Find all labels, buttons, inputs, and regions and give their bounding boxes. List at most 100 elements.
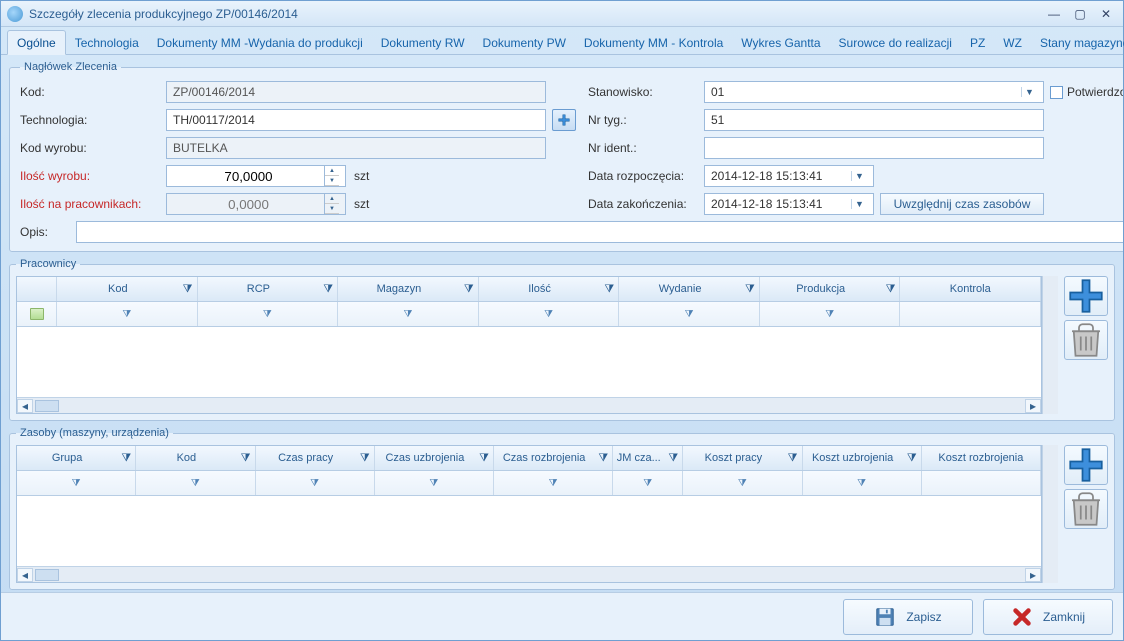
zasoby-add-button[interactable] xyxy=(1064,445,1108,485)
tab-dokumenty-rw[interactable]: Dokumenty RW xyxy=(372,31,474,54)
filter-czasuzbrojenia[interactable]: ⧩ xyxy=(375,471,494,495)
funnel-icon[interactable]: ⧩ xyxy=(460,283,478,296)
filter-kontrola[interactable] xyxy=(900,302,1041,326)
zasoby-vscroll[interactable] xyxy=(1042,445,1058,583)
funnel-icon[interactable]: ⧩ xyxy=(475,452,493,465)
chevron-down-icon: ▼ xyxy=(1021,87,1037,97)
col-czasrozbrojenia[interactable]: Czas rozbrojenia⧩ xyxy=(494,446,613,470)
col-czaspracy[interactable]: Czas pracy⧩ xyxy=(256,446,375,470)
zasoby-hscroll[interactable]: ◂ ▸ xyxy=(17,566,1041,582)
funnel-icon[interactable]: ⧩ xyxy=(664,452,682,465)
scroll-thumb[interactable] xyxy=(35,569,59,581)
col-wydanie[interactable]: Wydanie⧩ xyxy=(619,277,760,301)
zamknij-button[interactable]: Zamknij xyxy=(983,599,1113,635)
pracownicy-legend: Pracownicy xyxy=(16,258,80,270)
funnel-icon[interactable]: ⧩ xyxy=(784,452,802,465)
funnel-icon[interactable]: ⧩ xyxy=(903,452,921,465)
spinner-iloscwyrobu[interactable]: ▲▼ xyxy=(166,165,346,187)
filter-kosztuzbrojenia[interactable]: ⧩ xyxy=(803,471,922,495)
col-ilosc[interactable]: Ilość⧩ xyxy=(479,277,620,301)
pracownicy-vscroll[interactable] xyxy=(1042,276,1058,414)
col-czasuzbrojenia[interactable]: Czas uzbrojenia⧩ xyxy=(375,446,494,470)
funnel-icon[interactable]: ⧩ xyxy=(237,452,255,465)
funnel-icon[interactable]: ⧩ xyxy=(117,452,135,465)
close-button[interactable]: ✕ xyxy=(1095,6,1117,22)
filter-magazyn[interactable]: ⧩ xyxy=(338,302,479,326)
col-kod2[interactable]: Kod⧩ xyxy=(136,446,255,470)
pracownicy-add-button[interactable] xyxy=(1064,276,1108,316)
col-magazyn[interactable]: Magazyn⧩ xyxy=(338,277,479,301)
date-rozpoczecia[interactable]: 2014-12-18 15:13:41 ▼ xyxy=(704,165,874,187)
filter-jmczas[interactable]: ⧩ xyxy=(613,471,683,495)
maximize-button[interactable]: ▢ xyxy=(1069,6,1091,22)
label-nrtyg: Nr tyg.: xyxy=(588,113,698,127)
col-grupa[interactable]: Grupa⧩ xyxy=(17,446,136,470)
tab-pz[interactable]: PZ xyxy=(961,31,994,54)
filter-ilosc[interactable]: ⧩ xyxy=(479,302,620,326)
tab-technologia[interactable]: Technologia xyxy=(66,31,148,54)
col-selector[interactable] xyxy=(17,277,57,301)
scroll-left-icon[interactable]: ◂ xyxy=(17,568,33,582)
funnel-icon[interactable]: ⧩ xyxy=(741,283,759,296)
input-nrident[interactable] xyxy=(704,137,1044,159)
pracownicy-hscroll[interactable]: ◂ ▸ xyxy=(17,397,1041,413)
tab-wykres-gantta[interactable]: Wykres Gantta xyxy=(732,31,829,54)
funnel-icon[interactable]: ⧩ xyxy=(600,283,618,296)
spinner-iloscwyrobu-value[interactable] xyxy=(173,166,324,186)
plus-icon xyxy=(557,113,571,127)
funnel-icon[interactable]: ⧩ xyxy=(594,452,612,465)
date-zakonczenia[interactable]: 2014-12-18 15:13:41 ▼ xyxy=(704,193,874,215)
col-kosztuzbrojenia[interactable]: Koszt uzbrojenia⧩ xyxy=(803,446,922,470)
add-technologia-button[interactable] xyxy=(552,109,576,131)
tab-ogolne[interactable]: Ogólne xyxy=(7,30,66,55)
pracownicy-delete-button[interactable] xyxy=(1064,320,1108,360)
tab-surowce[interactable]: Surowce do realizacji xyxy=(830,31,961,54)
scroll-thumb[interactable] xyxy=(35,400,59,412)
filter-czasrozbrojenia[interactable]: ⧩ xyxy=(494,471,613,495)
scroll-right-icon[interactable]: ▸ xyxy=(1025,568,1041,582)
trash-icon xyxy=(1065,319,1107,361)
filter-kosztrozbrojenia[interactable] xyxy=(922,471,1041,495)
filter-produkcja[interactable]: ⧩ xyxy=(760,302,901,326)
tab-dokumenty-mm-wydania[interactable]: Dokumenty MM -Wydania do produkcji xyxy=(148,31,372,54)
col-rcp[interactable]: RCP⧩ xyxy=(198,277,339,301)
uwzglednij-button[interactable]: Uwzględnij czas zasobów xyxy=(880,193,1044,215)
filter-kod[interactable]: ⧩ xyxy=(57,302,198,326)
funnel-icon: ⧩ xyxy=(685,309,694,320)
zasoby-delete-button[interactable] xyxy=(1064,489,1108,529)
spin-up-icon: ▲ xyxy=(325,194,339,204)
col-kosztpracy[interactable]: Koszt pracy⧩ xyxy=(683,446,802,470)
combo-stanowisko[interactable]: 01 ▼ xyxy=(704,81,1044,103)
filter-kosztpracy[interactable]: ⧩ xyxy=(683,471,802,495)
col-kontrola[interactable]: Kontrola xyxy=(900,277,1041,301)
col-jmczas[interactable]: JM cza...⧩ xyxy=(613,446,683,470)
filter-czaspracy[interactable]: ⧩ xyxy=(256,471,375,495)
checkbox-potwierdzone[interactable]: Potwierdzone xyxy=(1050,85,1123,99)
spin-down-icon[interactable]: ▼ xyxy=(325,176,339,186)
tab-wz[interactable]: WZ xyxy=(994,31,1031,54)
spin-up-icon[interactable]: ▲ xyxy=(325,166,339,176)
col-kosztrozbrojenia[interactable]: Koszt rozbrojenia xyxy=(922,446,1041,470)
tab-stany-magazynowe[interactable]: Stany magazynowe xyxy=(1031,31,1124,54)
filter-grupa[interactable]: ⧩ xyxy=(17,471,136,495)
zapisz-button[interactable]: Zapisz xyxy=(843,599,973,635)
col-produkcja[interactable]: Produkcja⧩ xyxy=(760,277,901,301)
input-nrtyg[interactable] xyxy=(704,109,1044,131)
funnel-icon[interactable]: ⧩ xyxy=(356,452,374,465)
scroll-right-icon[interactable]: ▸ xyxy=(1025,399,1041,413)
col-kod[interactable]: Kod⧩ xyxy=(57,277,198,301)
funnel-icon[interactable]: ⧩ xyxy=(179,283,197,296)
input-technologia[interactable] xyxy=(166,109,546,131)
tab-dokumenty-pw[interactable]: Dokumenty PW xyxy=(474,31,575,54)
tab-dokumenty-mm-kontrola[interactable]: Dokumenty MM - Kontrola xyxy=(575,31,732,54)
label-iloscprac: Ilość na pracownikach: xyxy=(20,197,160,211)
scroll-left-icon[interactable]: ◂ xyxy=(17,399,33,413)
filter-kod2[interactable]: ⧩ xyxy=(136,471,255,495)
input-opis[interactable] xyxy=(76,221,1123,243)
minimize-button[interactable]: — xyxy=(1043,6,1065,22)
funnel-icon[interactable]: ⧩ xyxy=(319,283,337,296)
filter-wydanie[interactable]: ⧩ xyxy=(619,302,760,326)
filter-rcp[interactable]: ⧩ xyxy=(198,302,339,326)
funnel-icon[interactable]: ⧩ xyxy=(881,283,899,296)
filter-edit-icon[interactable] xyxy=(17,302,57,326)
